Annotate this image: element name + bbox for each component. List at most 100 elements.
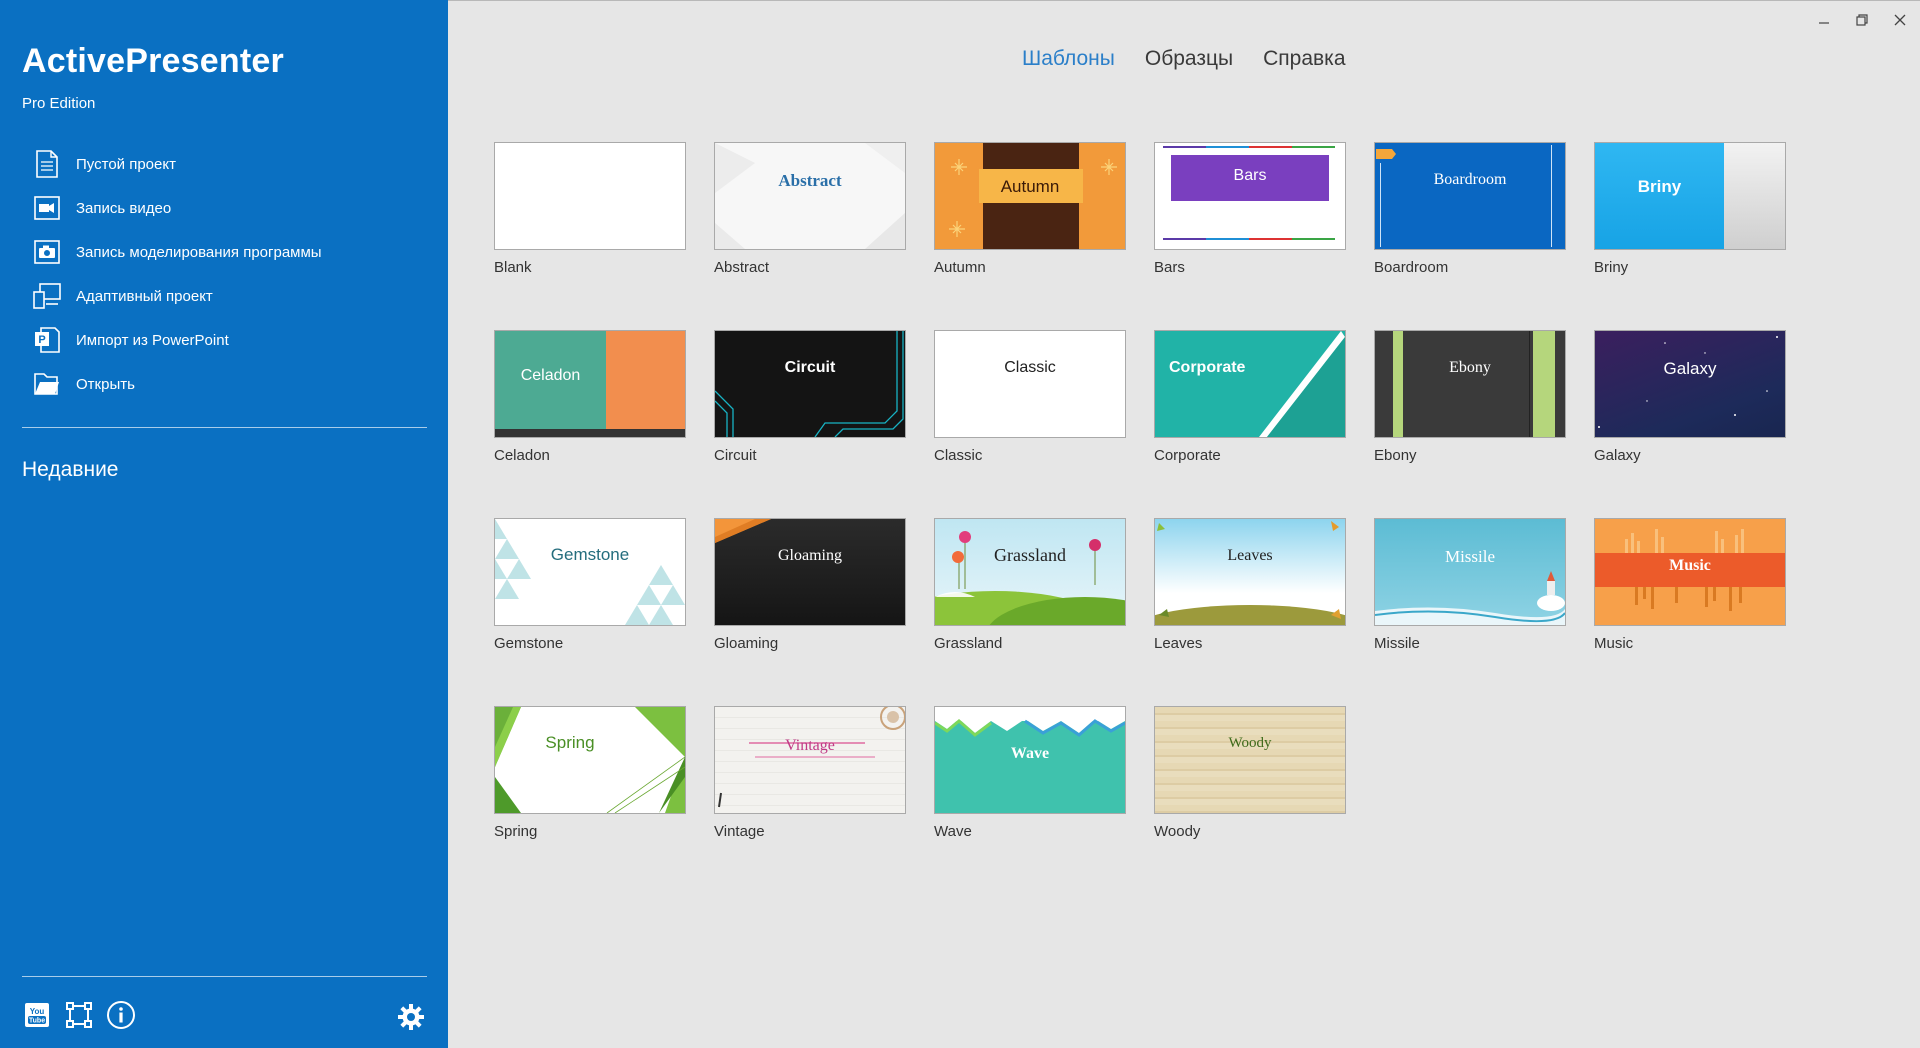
- main-panel: Шаблоны Образцы Справка Blank Abstract A…: [448, 0, 1920, 1048]
- template-thumbnail: [494, 142, 686, 250]
- thumbnail-title: Autumn: [1000, 177, 1060, 196]
- template-caption: Grassland: [934, 635, 1003, 652]
- template-card-missile[interactable]: Missile Missile: [1374, 518, 1566, 652]
- divider: [22, 976, 427, 977]
- template-thumbnail: Gloaming: [714, 518, 906, 626]
- bottom-toolbar: You Tube: [22, 1000, 136, 1030]
- tab-help[interactable]: Справка: [1263, 47, 1345, 71]
- template-caption: Briny: [1594, 259, 1629, 276]
- template-card-blank[interactable]: Blank: [494, 142, 686, 276]
- menu-item-label: Запись моделирования программы: [76, 243, 322, 261]
- recent-heading: Недавние: [22, 458, 119, 481]
- template-thumbnail: Briny: [1594, 142, 1786, 250]
- template-card-bars[interactable]: Bars Bars: [1154, 142, 1346, 276]
- template-caption: Vintage: [714, 823, 765, 840]
- thumbnail-title: Grassland: [994, 545, 1066, 565]
- svg-text:P: P: [38, 334, 45, 346]
- menu-item-blank-project[interactable]: Пустой проект: [30, 142, 322, 186]
- template-caption: Leaves: [1154, 635, 1203, 652]
- template-card-circuit[interactable]: Circuit Circuit: [714, 330, 906, 464]
- template-card-abstract[interactable]: Abstract Abstract: [714, 142, 906, 276]
- template-card-ebony[interactable]: Ebony Ebony: [1374, 330, 1566, 464]
- svg-text:Tube: Tube: [29, 1018, 45, 1025]
- template-thumbnail: Boardroom: [1374, 142, 1566, 250]
- thumbnail-title: Wave: [1010, 745, 1050, 762]
- template-caption: Music: [1594, 635, 1634, 652]
- template-caption: Classic: [934, 447, 983, 464]
- template-card-galaxy[interactable]: Galaxy Galaxy: [1594, 330, 1786, 464]
- start-menu: Пустой проект Запись видео Запись модели…: [30, 142, 322, 406]
- template-card-boardroom[interactable]: Boardroom Boardroom: [1374, 142, 1566, 276]
- template-card-gemstone[interactable]: Gemstone Gemstone: [494, 518, 686, 652]
- thumbnail-title: Woody: [1228, 735, 1272, 751]
- template-thumbnail: Vintage: [714, 706, 906, 814]
- template-thumbnail: Leaves: [1154, 518, 1346, 626]
- powerpoint-icon: P: [30, 325, 64, 355]
- template-card-grassland[interactable]: Grassland Grassland: [934, 518, 1126, 652]
- template-thumbnail: Woody: [1154, 706, 1346, 814]
- template-thumbnail: Classic: [934, 330, 1126, 438]
- thumbnail-title: Corporate: [1169, 359, 1246, 376]
- open-folder-icon: [30, 369, 64, 399]
- minimize-icon[interactable]: [1811, 9, 1837, 31]
- blank-document-icon: [30, 149, 64, 179]
- menu-item-record-video[interactable]: Запись видео: [30, 186, 322, 230]
- template-caption: Spring: [494, 823, 538, 840]
- template-caption: Wave: [934, 823, 972, 840]
- template-grid: Blank Abstract Abstract Autumn Autumn Ba…: [494, 142, 1786, 840]
- thumbnail-title: Boardroom: [1433, 171, 1507, 188]
- thumbnail-title: Vintage: [785, 737, 835, 754]
- photo-camera-icon: [30, 237, 64, 267]
- thumbnail-title: Bars: [1233, 167, 1267, 184]
- template-caption: Gloaming: [714, 635, 779, 652]
- template-caption: Boardroom: [1374, 259, 1449, 276]
- restore-icon[interactable]: [1849, 9, 1875, 31]
- template-card-spring[interactable]: Spring Spring: [494, 706, 686, 840]
- template-card-classic[interactable]: Classic Classic: [934, 330, 1126, 464]
- tab-samples[interactable]: Образцы: [1145, 47, 1233, 71]
- thumbnail-title: Gemstone: [550, 545, 630, 564]
- menu-item-import-powerpoint[interactable]: P Импорт из PowerPoint: [30, 318, 322, 362]
- thumbnail-title: Galaxy: [1663, 359, 1717, 378]
- template-card-music[interactable]: Music Music: [1594, 518, 1786, 652]
- template-card-woody[interactable]: Woody Woody: [1154, 706, 1346, 840]
- thumbnail-title: Circuit: [784, 359, 836, 376]
- template-card-corporate[interactable]: Corporate Corporate: [1154, 330, 1346, 464]
- template-caption: Woody: [1154, 823, 1201, 840]
- template-card-autumn[interactable]: Autumn Autumn: [934, 142, 1126, 276]
- template-thumbnail: Grassland: [934, 518, 1126, 626]
- template-card-wave[interactable]: Wave Wave: [934, 706, 1126, 840]
- template-card-leaves[interactable]: Leaves Leaves: [1154, 518, 1346, 652]
- crop-frame-icon[interactable]: [64, 1000, 94, 1030]
- sidebar: ActivePresenter Pro Edition Пустой проек…: [0, 0, 448, 1048]
- template-thumbnail: Music: [1594, 518, 1786, 626]
- template-thumbnail: Circuit: [714, 330, 906, 438]
- template-caption: Celadon: [494, 447, 550, 464]
- template-thumbnail: Corporate: [1154, 330, 1346, 438]
- thumbnail-title: Abstract: [778, 171, 842, 190]
- menu-item-record-simulation[interactable]: Запись моделирования программы: [30, 230, 322, 274]
- menu-item-label: Импорт из PowerPoint: [76, 331, 229, 349]
- thumbnail-title: Leaves: [1227, 547, 1273, 564]
- template-caption: Abstract: [714, 259, 770, 276]
- thumbnail-title: Gloaming: [778, 547, 842, 564]
- gear-icon[interactable]: [396, 1002, 426, 1032]
- template-card-gloaming[interactable]: Gloaming Gloaming: [714, 518, 906, 652]
- template-caption: Galaxy: [1594, 447, 1641, 464]
- menu-item-open[interactable]: Открыть: [30, 362, 322, 406]
- template-card-vintage[interactable]: Vintage Vintage: [714, 706, 906, 840]
- tab-templates[interactable]: Шаблоны: [1022, 47, 1115, 71]
- template-card-briny[interactable]: Briny Briny: [1594, 142, 1786, 276]
- menu-item-responsive-project[interactable]: Адаптивный проект: [30, 274, 322, 318]
- menu-item-label: Адаптивный проект: [76, 287, 213, 305]
- template-card-celadon[interactable]: Celadon Celadon: [494, 330, 686, 464]
- template-thumbnail: Galaxy: [1594, 330, 1786, 438]
- info-icon[interactable]: [106, 1000, 136, 1030]
- youtube-icon[interactable]: You Tube: [22, 1000, 52, 1030]
- divider: [22, 427, 427, 428]
- close-icon[interactable]: [1887, 9, 1913, 31]
- template-thumbnail: Ebony: [1374, 330, 1566, 438]
- template-caption: Autumn: [934, 259, 986, 276]
- responsive-devices-icon: [30, 281, 64, 311]
- template-thumbnail: Spring: [494, 706, 686, 814]
